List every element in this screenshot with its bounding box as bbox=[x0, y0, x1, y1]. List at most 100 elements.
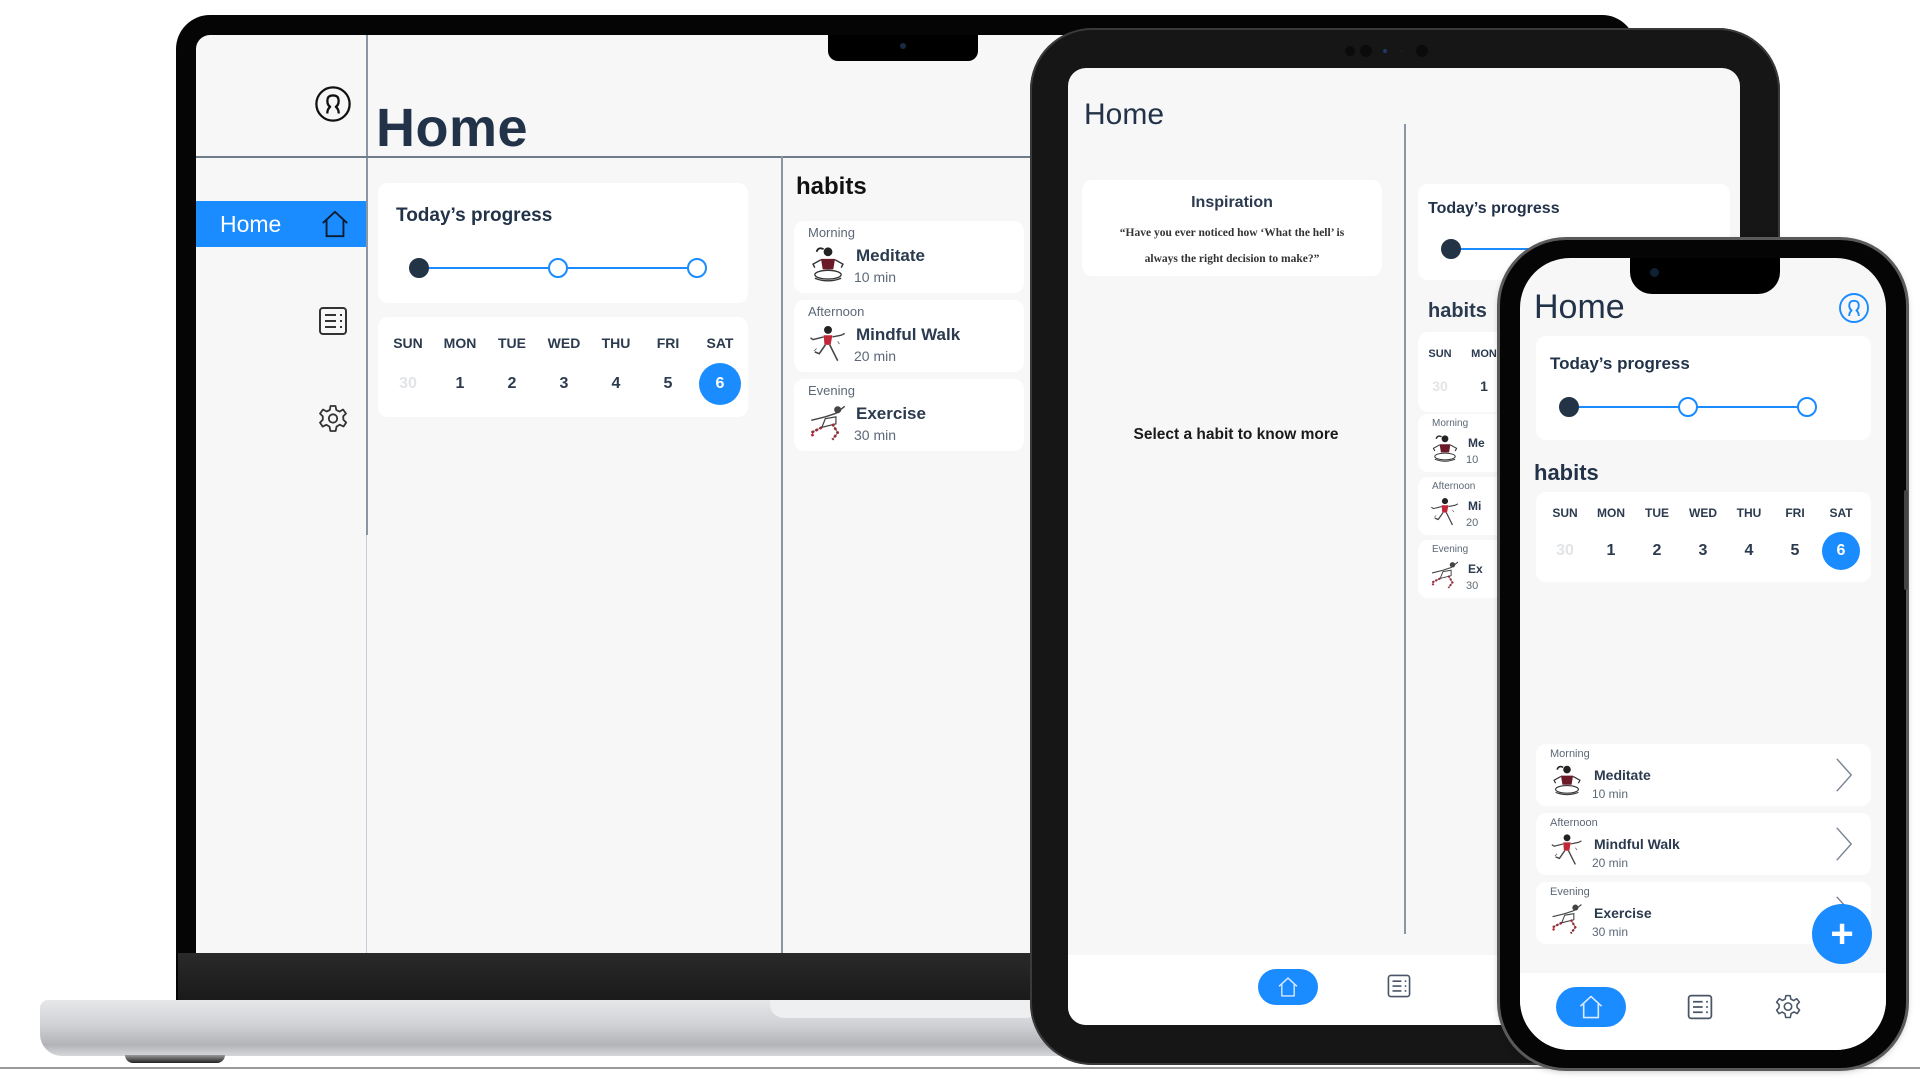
page-title: Home bbox=[376, 98, 529, 158]
walk-figure-icon bbox=[1548, 831, 1586, 869]
laptop-foot bbox=[125, 1055, 225, 1063]
meditate-figure-icon bbox=[1428, 432, 1462, 466]
calendar-day-cell: 3 bbox=[1680, 532, 1726, 570]
calendar-day-cell: 30 bbox=[1418, 370, 1462, 402]
habit-duration: 20 min bbox=[1592, 856, 1629, 870]
phone-side-button bbox=[1904, 490, 1908, 590]
habit-card[interactable]: Afternoon Mindful Walk 20 min bbox=[794, 300, 1024, 372]
habit-duration: 20 bbox=[1466, 517, 1479, 529]
habit-period: Evening bbox=[1550, 886, 1590, 898]
habit-card[interactable]: Morning Meditate 10 min bbox=[794, 221, 1024, 293]
gear-icon[interactable] bbox=[317, 403, 349, 435]
progress-title: Today’s progress bbox=[1550, 354, 1690, 373]
list-icon[interactable] bbox=[317, 305, 349, 337]
exercise-figure-icon bbox=[806, 401, 850, 445]
calendar-day[interactable]: 5 bbox=[1776, 532, 1814, 570]
progress-step-completed bbox=[1559, 397, 1579, 417]
day-row: 30 1 2 3 4 5 6 bbox=[382, 363, 746, 405]
calendar-day-selected[interactable]: 6 bbox=[699, 363, 741, 405]
habit-period: Evening bbox=[1432, 544, 1469, 555]
calendar-day[interactable]: 1 bbox=[1468, 370, 1500, 402]
weekday-label: THU bbox=[601, 335, 631, 351]
home-icon bbox=[320, 209, 350, 239]
calendar-day-cell: 4 bbox=[590, 363, 642, 405]
habit-period: Afternoon bbox=[1432, 481, 1476, 492]
habit-period: Morning bbox=[808, 225, 855, 240]
calendar-day[interactable]: 2 bbox=[491, 363, 533, 405]
calendar-day[interactable]: 1 bbox=[439, 363, 481, 405]
inspiration-title: Inspiration bbox=[1191, 194, 1273, 211]
add-habit-button[interactable]: + bbox=[1812, 904, 1872, 964]
progress-step-completed bbox=[1441, 239, 1461, 259]
habit-name: Meditate bbox=[856, 246, 925, 265]
list-icon[interactable] bbox=[1686, 993, 1714, 1021]
calendar-day[interactable]: 30 bbox=[1424, 370, 1456, 402]
calendar-day[interactable]: 4 bbox=[595, 363, 637, 405]
page-title: Home bbox=[1084, 98, 1165, 131]
calendar-day[interactable]: 3 bbox=[1684, 532, 1722, 570]
camera-icon bbox=[1345, 45, 1428, 57]
chevron-right-icon[interactable] bbox=[1835, 825, 1853, 863]
habit-card[interactable]: Evening Exercise 30 min bbox=[794, 379, 1024, 451]
habit-period: Evening bbox=[808, 383, 855, 398]
habit-name: Meditate bbox=[1594, 767, 1651, 783]
sidebar-item-label: Home bbox=[220, 210, 282, 237]
habit-name: Exercise bbox=[856, 404, 926, 423]
progress-title: Today’s progress bbox=[1428, 200, 1560, 217]
calendar-day-cell: 1 bbox=[434, 363, 486, 405]
habits-title: habits bbox=[796, 173, 867, 200]
weekday-label: SAT bbox=[1829, 506, 1853, 520]
content-divider bbox=[1404, 124, 1406, 934]
habit-period: Afternoon bbox=[1550, 817, 1598, 829]
calendar-day-cell: 5 bbox=[642, 363, 694, 405]
habit-name: Mi bbox=[1468, 499, 1482, 513]
calendar-day[interactable]: 30 bbox=[387, 363, 429, 405]
list-icon[interactable] bbox=[1386, 973, 1412, 999]
calendar-day-selected[interactable]: 6 bbox=[1822, 532, 1860, 570]
day-row: 30 1 2 3 4 5 6 bbox=[1542, 532, 1864, 570]
calendar-day-cell: 30 bbox=[1542, 532, 1588, 570]
calendar-day[interactable]: 30 bbox=[1546, 532, 1584, 570]
habit-duration: 30 bbox=[1466, 580, 1479, 592]
user-icon[interactable] bbox=[1838, 292, 1870, 324]
sidebar-divider-lower bbox=[366, 535, 367, 953]
home-icon bbox=[1277, 976, 1299, 998]
exercise-figure-icon bbox=[1548, 900, 1586, 938]
camera-icon bbox=[1650, 268, 1659, 277]
progress-step-pending bbox=[1678, 397, 1698, 417]
habit-duration: 30 min bbox=[1592, 925, 1629, 939]
chevron-right-icon[interactable] bbox=[1835, 756, 1853, 794]
weekday-row: SUN MON bbox=[1418, 344, 1506, 364]
user-icon[interactable] bbox=[314, 85, 352, 123]
weekday-label: SUN bbox=[1552, 506, 1578, 520]
day-row: 30 1 bbox=[1418, 370, 1506, 402]
sidebar-item-home[interactable]: Home bbox=[196, 201, 366, 247]
nav-home-button[interactable] bbox=[1258, 969, 1318, 1005]
weekday-label: WED bbox=[1689, 506, 1717, 520]
camera-icon bbox=[900, 43, 906, 49]
gear-icon[interactable] bbox=[1774, 993, 1802, 1021]
progress-steps bbox=[1559, 397, 1817, 417]
calendar-day[interactable]: 2 bbox=[1638, 532, 1676, 570]
habit-card[interactable]: Morning Meditate 10 min bbox=[1536, 744, 1871, 806]
weekday-label: TUE bbox=[498, 335, 526, 351]
inspiration-card: Inspiration “Have you ever noticed how ‘… bbox=[1082, 180, 1382, 276]
meditate-figure-icon bbox=[806, 243, 850, 287]
habit-card[interactable]: Afternoon Mindful Walk 20 min bbox=[1536, 813, 1871, 875]
calendar-day-cell: 3 bbox=[538, 363, 590, 405]
calendar-day[interactable]: 1 bbox=[1592, 532, 1630, 570]
progress-step-pending bbox=[687, 258, 707, 278]
empty-state-text: Select a habit to know more bbox=[1133, 426, 1339, 443]
nav-home-button[interactable] bbox=[1556, 987, 1626, 1027]
calendar-day-cell: 2 bbox=[1634, 532, 1680, 570]
weekday-row: SUN MON TUE WED THU FRI SAT bbox=[382, 331, 746, 355]
calendar-card: SUN MON TUE WED THU FRI SAT 30 1 2 3 4 5 6 bbox=[378, 317, 748, 417]
calendar-day[interactable]: 3 bbox=[543, 363, 585, 405]
weekday-label: WED bbox=[547, 335, 581, 351]
progress-steps bbox=[409, 258, 707, 278]
weekday-label: SAT bbox=[706, 335, 734, 351]
bottom-nav bbox=[1520, 973, 1886, 1050]
progress-step-pending bbox=[1797, 397, 1817, 417]
calendar-day[interactable]: 5 bbox=[647, 363, 689, 405]
calendar-day[interactable]: 4 bbox=[1730, 532, 1768, 570]
